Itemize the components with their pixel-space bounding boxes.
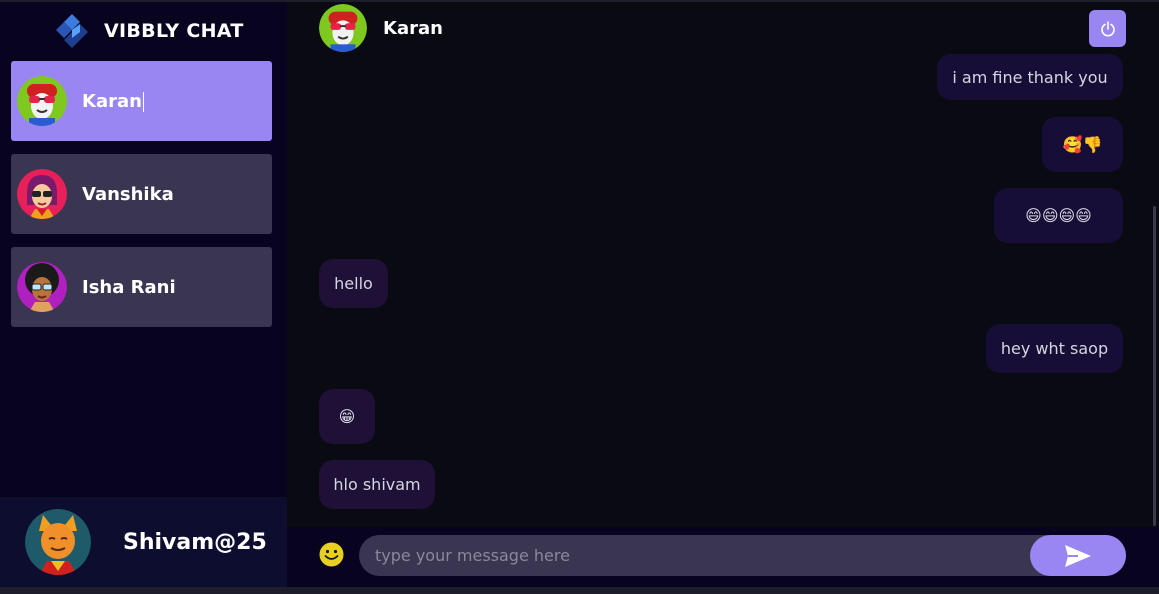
message-text: i am fine thank you [952,67,1108,87]
message-text: hlo shivam [333,475,421,494]
current-user-name: Shivam@25 [123,529,267,555]
contact-item-karan[interactable]: Karan [11,61,272,141]
contact-item-vanshika[interactable]: Vanshika [11,154,272,234]
send-arrow-icon [1065,544,1091,567]
message-text: 😄😄😄😄 [1025,206,1092,225]
smiley-icon[interactable] [319,542,344,567]
current-user-panel: Shivam@25 [0,497,287,587]
message-received: 😁 [319,389,375,444]
contact-item-isha-rani[interactable]: Isha Rani [11,247,272,327]
bottom-border [0,587,1159,594]
contact-name: Isha Rani [82,276,176,298]
message-text: 😁 [338,407,356,426]
message-sent: hey wht saop [986,324,1123,373]
chat-header-name: Karan [383,17,443,39]
message-text: hello [334,274,373,293]
chat-panel: Karan i am fine thank you 🥰👎 😄😄😄😄 hello [287,2,1159,587]
avatar [17,169,67,219]
message-text: hey wht saop [1000,339,1109,358]
sidebar: VIBBLY CHAT Karan Vanshika Isha Rani Shi… [0,2,287,587]
message-received: hlo shivam [319,460,435,509]
current-user-avatar [25,509,91,575]
message-list[interactable]: i am fine thank you 🥰👎 😄😄😄😄 hello hey wh… [287,54,1159,527]
message-sent: i am fine thank you [937,54,1123,100]
send-button[interactable] [1030,535,1126,576]
contact-name: Karan [82,90,144,112]
message-scrollbar[interactable] [1153,206,1156,526]
contact-name: Vanshika [82,183,174,205]
power-icon [1100,20,1115,36]
logout-button[interactable] [1089,10,1126,47]
avatar [17,76,67,126]
brand-name: VIBBLY CHAT [104,20,244,42]
chat-app: VIBBLY CHAT Karan Vanshika Isha Rani Shi… [0,0,1159,594]
message-sent: 😄😄😄😄 [994,188,1123,243]
message-composer [287,527,1159,587]
chat-header-avatar [319,4,367,52]
chat-header: Karan [287,2,1159,54]
message-input-wrapper [359,535,1126,576]
avatar [17,262,67,312]
text-caret [142,91,144,112]
message-received: hello [319,259,388,308]
message-input[interactable] [375,535,1015,576]
brand-logo-icon [56,14,88,48]
message-sent: 🥰👎 [1042,117,1123,172]
message-text: 🥰👎 [1062,135,1103,154]
brand: VIBBLY CHAT [56,14,244,48]
